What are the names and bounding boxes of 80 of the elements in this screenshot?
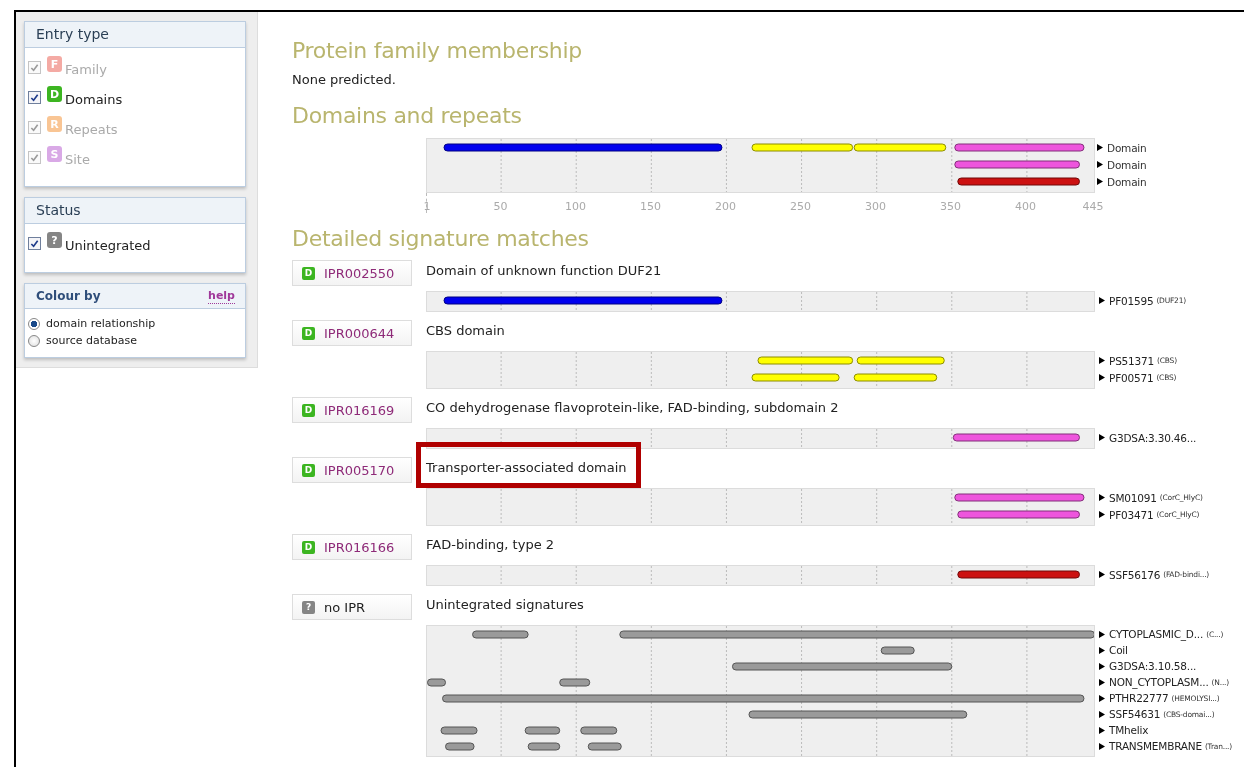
type-badge: D <box>302 540 315 554</box>
axis-label: 250 <box>790 200 811 213</box>
signature-link[interactable]: PF03471 <box>1109 508 1154 521</box>
filter-label: Repeats <box>65 121 118 137</box>
type-badge: ? <box>47 232 62 248</box>
filter-label: Unintegrated <box>65 237 151 253</box>
entry-title: CO dehydrogenase flavoprotein-like, FAD-binding, subdomain 2 <box>426 400 839 415</box>
axis-label: 200 <box>715 200 736 213</box>
help-link[interactable]: help <box>208 288 235 304</box>
panel-title: Status <box>25 198 245 224</box>
axis-label: 350 <box>940 200 961 213</box>
entry-title: FAD-binding, type 2 <box>426 537 555 552</box>
entry-title: Domain of unknown function DUF21 <box>426 263 662 278</box>
caret-icon[interactable] <box>1099 571 1105 578</box>
filter-label: Site <box>65 151 90 167</box>
row-label[interactable]: Domain <box>1107 175 1147 188</box>
entry-link[interactable]: IPR005170 <box>324 462 395 478</box>
axis-label: 400 <box>1015 200 1036 213</box>
caret-icon[interactable] <box>1099 357 1105 364</box>
axis-label: 50 <box>493 200 508 213</box>
signature-link[interactable]: PF00571 <box>1109 371 1154 384</box>
entry-link[interactable]: no IPR <box>324 599 366 615</box>
section-heading: Domains and repeats <box>292 103 523 129</box>
entry-link[interactable]: IPR002550 <box>324 265 395 281</box>
section-heading: Protein family membership <box>292 38 583 64</box>
caret-icon[interactable] <box>1097 161 1103 168</box>
axis-label: 100 <box>565 200 586 213</box>
type-badge: D <box>302 266 315 280</box>
type-badge: D <box>302 403 315 417</box>
entry-link[interactable]: IPR016166 <box>324 539 395 555</box>
signature-link[interactable]: G3DSA:3.10.58... <box>1109 660 1197 672</box>
entry-title: Unintegrated signatures <box>426 597 584 612</box>
radio-button[interactable] <box>28 317 40 330</box>
radio-label: domain relationship <box>46 317 156 330</box>
caret-icon[interactable] <box>1099 511 1105 518</box>
signature-link[interactable]: SSF54631 <box>1109 708 1161 720</box>
type-badge: ? <box>302 600 315 614</box>
caret-icon[interactable] <box>1099 494 1105 501</box>
type-badge: D <box>302 326 315 340</box>
panel-title: Colour by <box>36 288 101 305</box>
signature-link[interactable]: PTHR22777 <box>1109 692 1169 704</box>
signature-link[interactable]: PS51371 <box>1109 354 1154 367</box>
checkbox[interactable] <box>28 236 41 250</box>
entry-title: CBS domain <box>426 323 505 338</box>
signature-link[interactable]: NON_CYTOPLASM... <box>1109 676 1209 688</box>
axis-label: 1 <box>423 200 431 213</box>
signature-link[interactable]: CYTOPLASMIC_D... <box>1109 628 1204 640</box>
signature-link[interactable]: SSF56176 <box>1109 568 1161 581</box>
radio-button[interactable] <box>28 334 40 347</box>
row-label[interactable]: Domain <box>1107 141 1147 154</box>
caret-icon[interactable] <box>1097 178 1103 185</box>
signature-link[interactable]: SM01091 <box>1109 491 1157 504</box>
row-label[interactable]: Domain <box>1107 158 1147 171</box>
filter-label: Family <box>65 61 107 77</box>
caret-icon[interactable] <box>1099 374 1105 381</box>
section-text: None predicted. <box>292 72 397 87</box>
caret-icon[interactable] <box>1099 434 1105 441</box>
checkbox[interactable] <box>28 90 41 104</box>
entry-link[interactable]: IPR000644 <box>324 325 395 341</box>
type-badge: D <box>302 463 315 477</box>
signature-link[interactable]: Coil <box>1109 644 1128 656</box>
entry-link[interactable]: IPR016169 <box>324 402 395 418</box>
type-badge: D <box>47 86 62 102</box>
signature-link[interactable]: G3DSA:3.30.46... <box>1109 431 1197 444</box>
signature-link[interactable]: PF01595 <box>1109 294 1154 307</box>
type-badge: R <box>47 116 62 132</box>
signature-link[interactable]: TRANSMEMBRANE <box>1109 740 1202 752</box>
type-badge: F <box>47 56 62 72</box>
caret-icon[interactable] <box>1099 297 1105 304</box>
signature-link[interactable]: TMhelix <box>1109 724 1149 736</box>
panel-title: Entry type <box>25 22 245 48</box>
section-heading: Detailed signature matches <box>292 226 590 252</box>
axis-label: 300 <box>865 200 886 213</box>
axis-label: 150 <box>640 200 661 213</box>
filter-label: Domains <box>65 91 123 107</box>
caret-icon[interactable] <box>1097 144 1103 151</box>
type-badge: S <box>47 146 62 162</box>
radio-label: source database <box>46 334 138 347</box>
axis-label: 445 <box>1082 200 1104 213</box>
entry-title: Transporter-associated domain <box>426 460 627 475</box>
